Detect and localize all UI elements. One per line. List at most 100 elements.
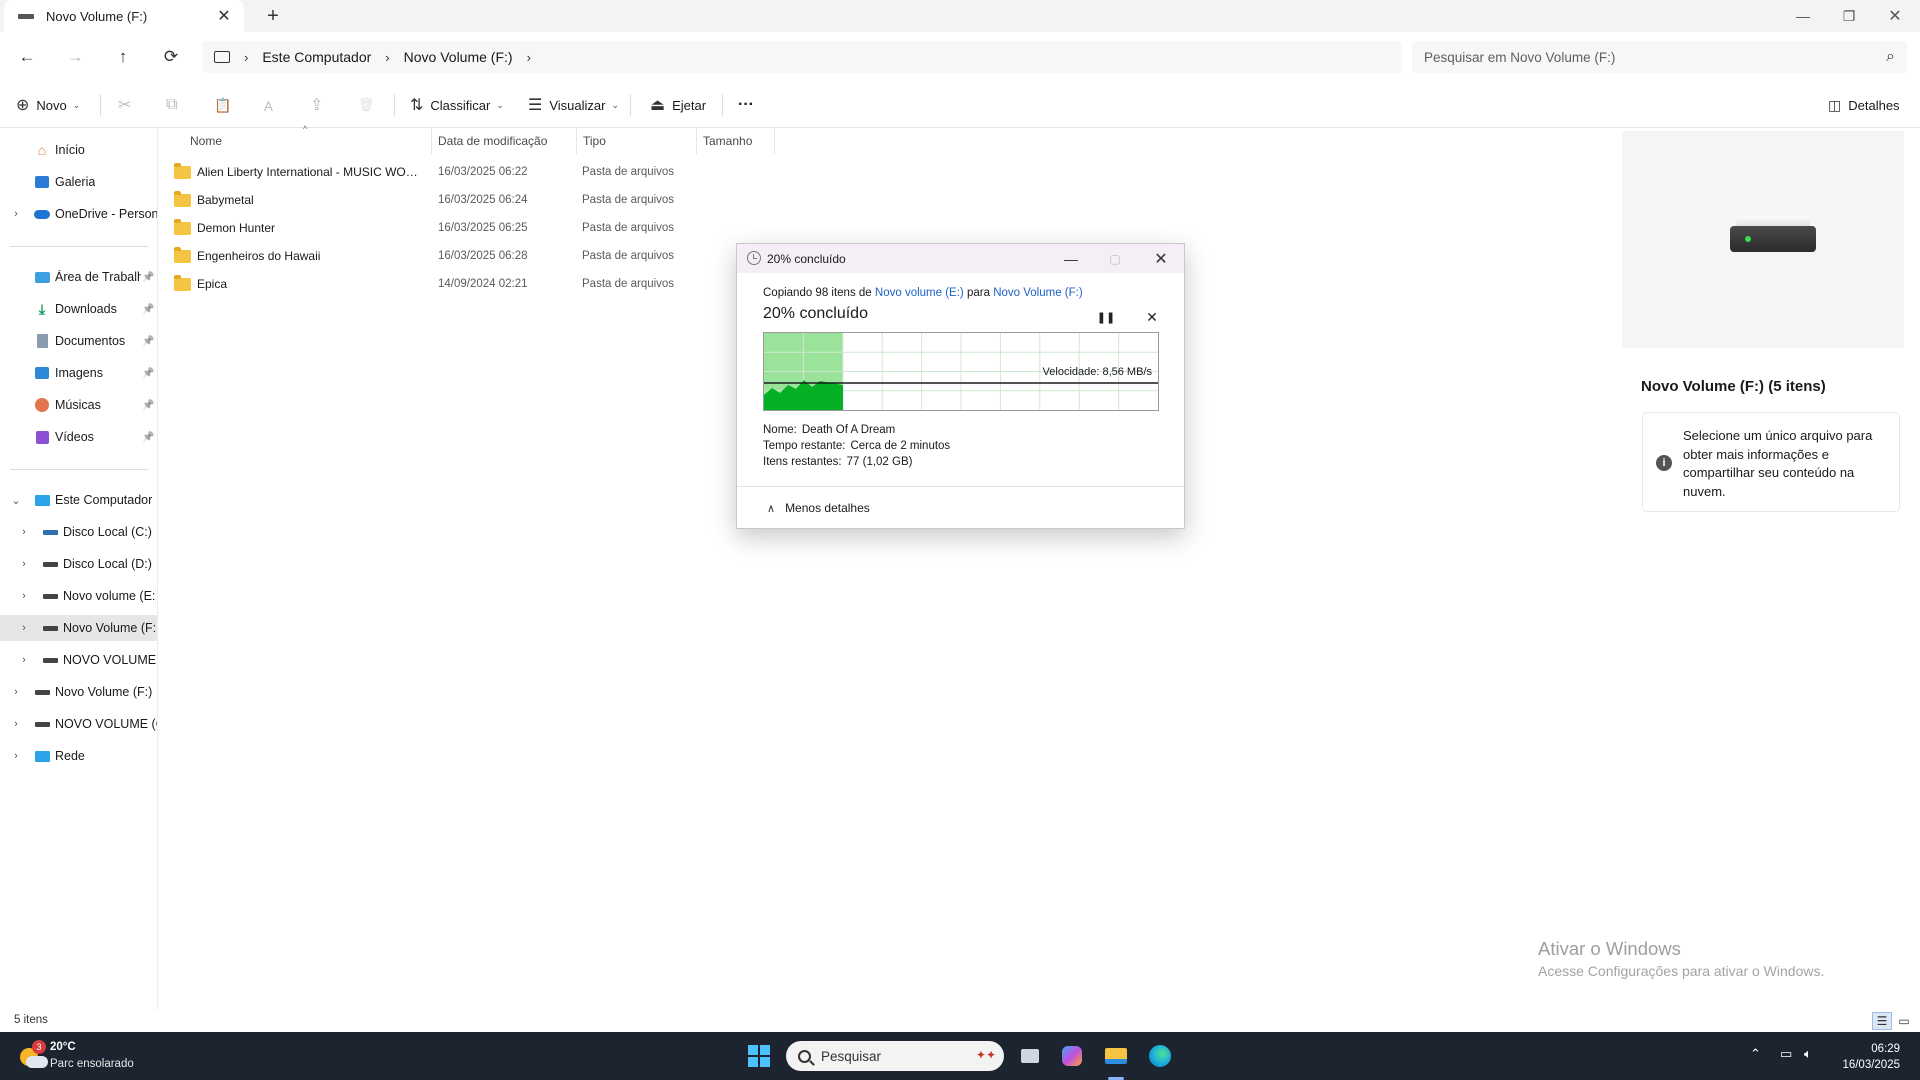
search-icon[interactable]: ⌕ — [1886, 48, 1895, 66]
sidebar-item-documentos[interactable]: Documentos 📌 — [0, 328, 157, 354]
column-header-type[interactable]: Tipo — [577, 128, 697, 154]
dialog-close-button[interactable]: ✕ — [1146, 248, 1176, 270]
sidebar-item-inicio[interactable]: ⌂ Início — [0, 137, 157, 163]
new-tab-button[interactable]: + — [262, 5, 284, 28]
share-button[interactable]: ⇪ — [310, 92, 330, 118]
file-row[interactable]: Engenheiros do Hawaii 16/03/2025 06:28 P… — [174, 242, 834, 270]
search-input[interactable]: Pesquisar em Novo Volume (F:) ⌕ — [1412, 41, 1907, 73]
address-bar[interactable]: › Este Computador › Novo Volume (F:) › — [202, 41, 1402, 73]
pause-button[interactable]: ❚❚ — [1095, 307, 1117, 327]
network-icon[interactable]: ▭ — [1780, 1046, 1792, 1062]
eject-button[interactable]: ⏏ Ejetar — [650, 92, 706, 118]
sidebar-item-videos[interactable]: Vídeos 📌 — [0, 424, 157, 450]
copilot-icon[interactable] — [1056, 1040, 1088, 1072]
pin-icon[interactable]: 📌 — [142, 304, 154, 315]
sidebar-item-novo-volume-e[interactable]: › Novo volume (E:) — [0, 583, 157, 609]
column-header-date[interactable]: Data de modificação — [432, 128, 577, 154]
expand-icon[interactable]: › — [10, 686, 22, 698]
show-hidden-icons[interactable]: ⌃ — [1750, 1046, 1761, 1062]
destination-link[interactable]: Novo Volume (F:) — [993, 287, 1082, 299]
paste-button[interactable]: 📋 — [214, 92, 238, 118]
expand-icon[interactable]: › — [18, 654, 30, 666]
sidebar-item-musicas[interactable]: Músicas 📌 — [0, 392, 157, 418]
file-type: Pasta de arquivos — [582, 250, 675, 262]
file-row[interactable]: Demon Hunter 16/03/2025 06:25 Pasta de a… — [174, 214, 834, 242]
expand-icon[interactable]: › — [10, 208, 22, 220]
breadcrumb-separator[interactable]: › — [244, 50, 248, 65]
weather-temperature[interactable]: 20°C — [50, 1041, 76, 1053]
expand-icon[interactable]: › — [10, 718, 22, 730]
taskbar-search[interactable]: Pesquisar ✦✦ — [786, 1041, 1004, 1071]
system-clock[interactable]: 06:29 16/03/2025 — [1830, 1041, 1900, 1073]
breadcrumb-separator[interactable]: › — [527, 50, 531, 65]
file-explorer-icon[interactable] — [1100, 1040, 1132, 1072]
sidebar-item-imagens[interactable]: Imagens 📌 — [0, 360, 157, 386]
weather-description[interactable]: Parc ensolarado — [50, 1058, 134, 1070]
sidebar-item-rede[interactable]: › Rede — [0, 743, 157, 769]
back-button[interactable]: ← — [12, 42, 42, 72]
sidebar-item-novo-volume-f[interactable]: › Novo Volume (F:) — [0, 615, 157, 641]
pin-icon[interactable]: 📌 — [142, 336, 154, 347]
start-button[interactable] — [748, 1045, 770, 1067]
cut-button[interactable]: ✂ — [118, 92, 138, 118]
more-options-button[interactable]: ··· — [738, 92, 754, 118]
sidebar-item-disco-d[interactable]: › Disco Local (D:) — [0, 551, 157, 577]
pin-icon[interactable]: 📌 — [142, 400, 154, 411]
sidebar-item-onedrive[interactable]: › OneDrive - Persona — [0, 201, 157, 227]
expand-icon[interactable]: › — [18, 558, 30, 570]
copy-button[interactable]: ⧉ — [166, 92, 184, 118]
volume-icon[interactable]: 🔈︎ — [1804, 1046, 1812, 1062]
file-name: Demon Hunter — [197, 221, 276, 235]
pin-icon[interactable]: 📌 — [142, 432, 154, 443]
sidebar-item-este-computador[interactable]: ⌄ Este Computador — [0, 487, 157, 513]
restore-button[interactable]: ❐ — [1826, 0, 1872, 32]
sidebar-item-novo-volume-f-root[interactable]: › Novo Volume (F:) — [0, 679, 157, 705]
rename-button[interactable]: Ａ — [262, 92, 282, 118]
edge-browser-icon[interactable] — [1144, 1040, 1176, 1072]
refresh-button[interactable]: ⟳ — [156, 42, 186, 72]
less-details-button[interactable]: ∧ Menos detalhes — [767, 501, 870, 515]
tab-novo-volume[interactable]: Novo Volume (F:) ✕ — [4, 0, 244, 32]
sidebar-item-area-de-trabalho[interactable]: Área de Trabalho 📌 — [0, 264, 157, 290]
column-header-name[interactable]: Nome — [184, 128, 432, 154]
sidebar-item-downloads[interactable]: ⤓ Downloads 📌 — [0, 296, 157, 322]
new-button[interactable]: ⊕ Novo ⌄ — [16, 92, 80, 118]
sidebar-item-label: Novo Volume (F:) — [63, 621, 156, 635]
source-link[interactable]: Novo volume (E:) — [875, 287, 964, 299]
weather-widget[interactable]: 3 — [18, 1040, 48, 1072]
dialog-minimize-button[interactable]: — — [1056, 248, 1086, 270]
breadcrumb-novo-volume[interactable]: Novo Volume (F:) — [404, 49, 513, 65]
sort-button[interactable]: ⇅ Classificar ⌄ — [410, 92, 504, 118]
close-window-button[interactable]: ✕ — [1872, 0, 1918, 32]
file-row[interactable]: Alien Liberty International - MUSIC WORL… — [174, 158, 834, 186]
details-pane-button[interactable]: ◫ Detalhes — [1828, 92, 1900, 118]
view-button[interactable]: ☰ Visualizar ⌄ — [528, 92, 619, 118]
close-tab-button[interactable]: ✕ — [214, 6, 234, 26]
up-button[interactable]: ↑ — [108, 42, 138, 72]
collapse-icon[interactable]: ⌄ — [10, 494, 22, 507]
breadcrumb-separator[interactable]: › — [385, 50, 389, 65]
expand-icon[interactable]: › — [18, 622, 30, 634]
expand-icon[interactable]: › — [18, 590, 30, 602]
details-view-icon[interactable]: ☰ — [1872, 1012, 1892, 1030]
sidebar-item-novo-volume-g-root[interactable]: › NOVO VOLUME (G:) — [0, 711, 157, 737]
file-row[interactable]: Epica 14/09/2024 02:21 Pasta de arquivos — [174, 270, 834, 298]
expand-icon[interactable]: › — [18, 526, 30, 538]
cancel-copy-button[interactable]: ✕ — [1141, 307, 1163, 327]
file-row[interactable]: Babymetal 16/03/2025 06:24 Pasta de arqu… — [174, 186, 834, 214]
drive-icon — [34, 716, 50, 732]
forward-button[interactable]: → — [60, 42, 90, 72]
task-view-icon[interactable] — [1014, 1040, 1046, 1072]
delete-button[interactable]: 🗑 — [358, 92, 382, 118]
minimize-button[interactable]: — — [1780, 0, 1826, 32]
column-header-size[interactable]: Tamanho — [697, 128, 775, 154]
sidebar-item-galeria[interactable]: Galeria — [0, 169, 157, 195]
pin-icon[interactable]: 📌 — [142, 368, 154, 379]
breadcrumb-este-computador[interactable]: Este Computador — [262, 49, 371, 65]
sidebar-item-disco-c[interactable]: › Disco Local (C:) — [0, 519, 157, 545]
expand-icon[interactable]: › — [10, 750, 22, 762]
info-icon: i — [1656, 455, 1672, 471]
tiles-view-icon[interactable]: ▭ — [1894, 1012, 1914, 1030]
sidebar-item-novo-volume-g[interactable]: › NOVO VOLUME (G:) — [0, 647, 157, 673]
pin-icon[interactable]: 📌 — [142, 272, 154, 283]
